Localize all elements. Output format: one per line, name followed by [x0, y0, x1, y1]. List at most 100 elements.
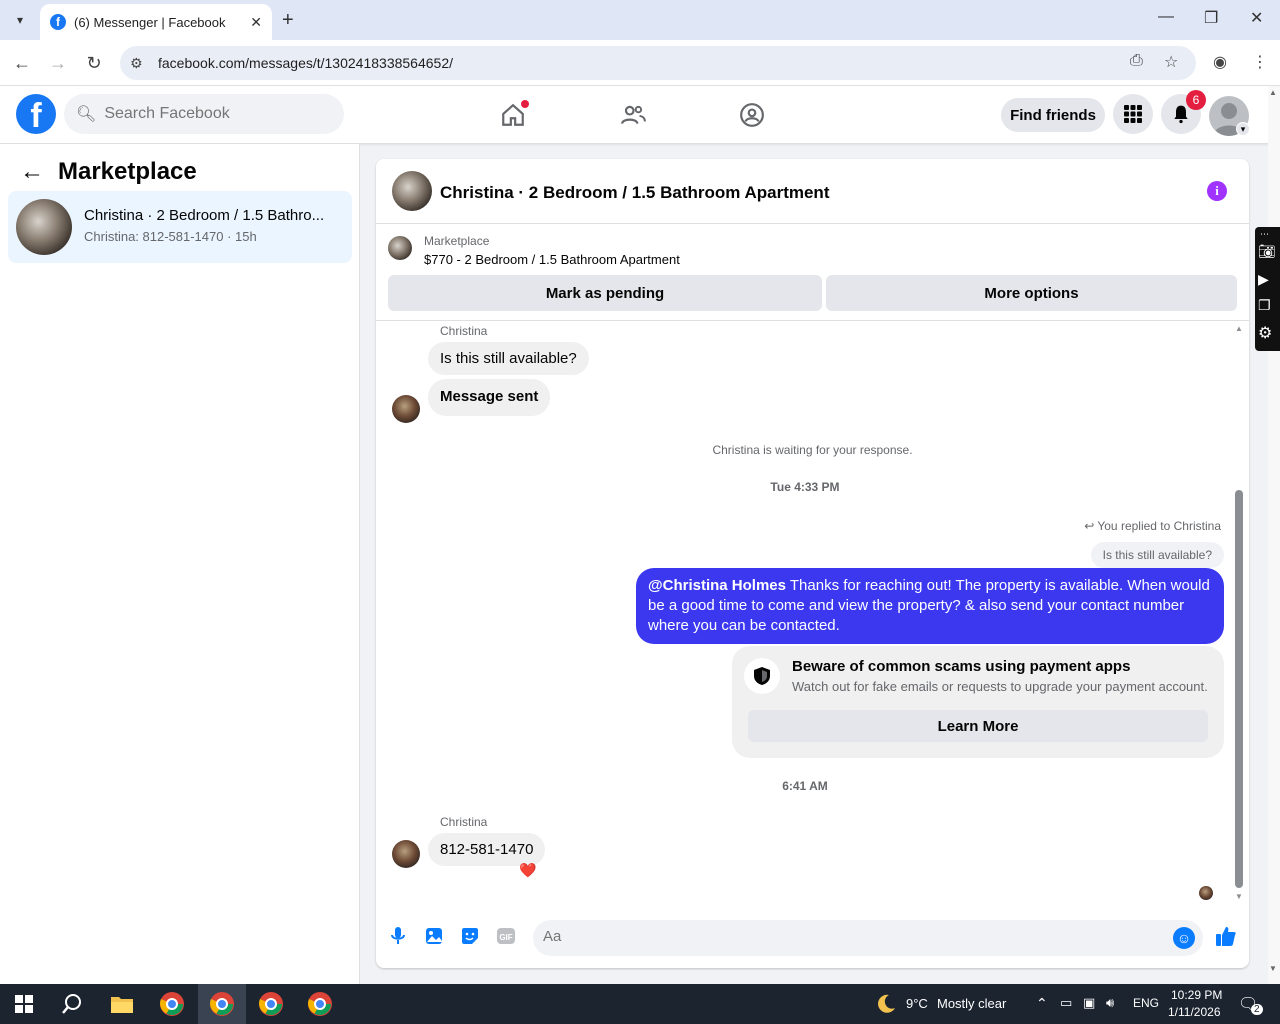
screen-tools-strip: ⋯ 📷︎ ▶ ❐ ⚙ — [1255, 227, 1280, 351]
site-info-icon[interactable]: ⚙ — [130, 55, 152, 72]
my-message-bubble[interactable]: @Christina Holmes Thanks for reaching ou… — [636, 568, 1224, 644]
timestamp: 6:41 AM — [782, 779, 828, 793]
menu-grid-icon[interactable] — [1113, 94, 1153, 134]
contact-avatar[interactable] — [392, 395, 420, 423]
restore-icon[interactable]: ❐ — [1204, 8, 1218, 28]
thumbs-up-icon[interactable] — [1214, 924, 1238, 948]
chrome-icon[interactable] — [158, 990, 186, 1018]
info-icon[interactable]: i — [1207, 181, 1227, 201]
message-input-wrapper: ☺ — [533, 920, 1203, 956]
conversation-name: Christina · 2 Bedroom / 1.5 Bathro... — [84, 207, 325, 224]
tab-title: (6) Messenger | Facebook — [74, 14, 226, 30]
taskbar-search-icon[interactable] — [58, 990, 86, 1018]
scroll-down-icon[interactable]: ▼ — [1235, 892, 1243, 901]
notification-center-count: 2 — [1251, 1004, 1263, 1015]
friends-icon[interactable] — [618, 100, 648, 130]
camera-icon[interactable]: 📷︎ — [1258, 243, 1276, 261]
chrome-profile-icon[interactable] — [306, 990, 334, 1018]
video-icon[interactable]: ▶ — [1258, 271, 1276, 289]
input-language[interactable]: ENG — [1133, 996, 1159, 1010]
find-friends-button[interactable]: Find friends — [1001, 98, 1105, 132]
browser-menu-icon[interactable]: ⋮ — [1252, 52, 1268, 72]
conversation-item[interactable]: Christina · 2 Bedroom / 1.5 Bathro... Ch… — [8, 191, 352, 263]
new-tab-icon[interactable]: + — [282, 8, 294, 32]
windows-icon[interactable]: ❐ — [1258, 297, 1276, 315]
chrome-profile-icon[interactable] — [257, 990, 285, 1018]
quoted-message[interactable]: Is this still available? — [1090, 542, 1224, 568]
chat-scrollbar-thumb[interactable] — [1235, 490, 1243, 888]
settings-gear-icon[interactable]: ⚙ — [1258, 323, 1276, 342]
microphone-icon[interactable] — [386, 924, 410, 948]
message-bubble[interactable]: Message sent — [428, 379, 551, 416]
mark-as-pending-button[interactable]: Mark as pending — [388, 275, 822, 311]
tools-more-icon[interactable]: ⋯ — [1260, 229, 1269, 240]
scam-warning-card: Beware of common scams using payment app… — [732, 646, 1224, 758]
windows-start-icon[interactable] — [10, 990, 38, 1018]
message-input[interactable] — [543, 928, 1143, 945]
reply-arrow-icon: ↩ — [1084, 519, 1098, 533]
gif-icon[interactable]: GIF — [494, 924, 518, 948]
window-close-icon[interactable]: ✕ — [1250, 8, 1263, 28]
file-explorer-icon[interactable] — [108, 990, 136, 1018]
profile-icon[interactable]: ◉ — [1213, 52, 1227, 72]
contact-avatar[interactable] — [392, 840, 420, 868]
install-app-icon[interactable]: ⎙ — [1130, 52, 1143, 70]
back-icon[interactable]: ← — [9, 50, 35, 76]
message-thread[interactable]: Christina Is this still available? Messa… — [376, 322, 1249, 902]
back-arrow-icon[interactable]: ← — [20, 158, 44, 186]
waiting-notice: Christina is waiting for your response. — [712, 443, 913, 457]
heart-reaction[interactable]: ❤️ — [519, 862, 536, 879]
conversation-preview: Christina: 812-581-1470 · 15h — [84, 229, 257, 244]
address-bar[interactable]: ⚙ facebook.com/messages/t/13024183385646… — [120, 46, 1196, 80]
listing-title[interactable]: $770 - 2 Bedroom / 1.5 Bathroom Apartmen… — [424, 252, 680, 267]
groups-icon[interactable] — [737, 100, 767, 130]
url-text: facebook.com/messages/t/1302418338564652… — [158, 55, 453, 71]
tab-close-icon[interactable]: ✕ — [250, 14, 262, 31]
learn-more-button[interactable]: Learn More — [748, 710, 1208, 742]
browser-tab[interactable]: f (6) Messenger | Facebook ✕ — [40, 4, 272, 40]
tab-search-chevron-icon[interactable]: ▾ — [8, 8, 32, 32]
clock-time[interactable]: 10:29 PM — [1171, 988, 1222, 1002]
chat-listing-thumbnail[interactable] — [392, 171, 432, 211]
weather-desc[interactable]: Mostly clear — [937, 996, 1006, 1011]
photo-icon[interactable] — [422, 924, 446, 948]
show-hidden-icons-icon[interactable]: ⌃ — [1036, 995, 1048, 1012]
svg-text:GIF: GIF — [499, 933, 512, 942]
mention[interactable]: @Christina Holmes — [648, 577, 786, 594]
timestamp: Tue 4:33 PM — [770, 480, 840, 494]
account-chevron-down-icon[interactable]: ▾ — [1236, 122, 1250, 136]
search-input[interactable] — [104, 105, 325, 123]
scam-title: Beware of common scams using payment app… — [792, 658, 1131, 675]
listing-thumbnail — [16, 199, 72, 255]
facebook-favicon-icon: f — [50, 14, 66, 30]
facebook-search[interactable]: 🔍︎ — [64, 94, 344, 134]
sender-name: Christina — [440, 815, 488, 829]
network-icon[interactable]: ▣ — [1083, 995, 1095, 1011]
more-options-button[interactable]: More options — [826, 275, 1237, 311]
chat-title[interactable]: Christina · 2 Bedroom / 1.5 Bathroom Apa… — [440, 183, 829, 203]
volume-icon[interactable]: 🔊︎ — [1106, 995, 1114, 1011]
scroll-up-icon[interactable]: ▲ — [1235, 324, 1243, 333]
sticker-icon[interactable] — [458, 924, 482, 948]
emoji-icon[interactable]: ☺ — [1173, 927, 1195, 949]
browser-tab-bar: ▾ f (6) Messenger | Facebook ✕ + — ❐ ✕ — [0, 0, 1280, 40]
listing-small-thumbnail[interactable] — [388, 236, 412, 260]
search-icon: 🔍︎ — [76, 106, 97, 123]
page-scrollbar[interactable]: ▲ ▼ — [1268, 86, 1280, 984]
facebook-header: f 🔍︎ Find friends — [0, 86, 1268, 144]
sender-name: Christina — [440, 324, 488, 338]
listing-panel: Marketplace $770 - 2 Bedroom / 1.5 Bathr… — [376, 225, 1249, 321]
weather-temp[interactable]: 9°C — [906, 996, 928, 1011]
bookmark-star-icon[interactable]: ☆ — [1164, 52, 1178, 72]
chrome-profile-icon[interactable] — [208, 990, 236, 1018]
forward-icon[interactable]: → — [45, 50, 71, 76]
listing-source: Marketplace — [424, 234, 490, 248]
tray-device-icon[interactable]: ▭ — [1060, 995, 1072, 1011]
message-bubble[interactable]: Is this still available? — [428, 342, 589, 375]
weather-moon-icon[interactable] — [872, 990, 900, 1018]
facebook-logo-icon[interactable]: f — [16, 94, 56, 134]
reload-icon[interactable]: ↻ — [81, 50, 107, 76]
minimize-icon[interactable]: — — [1158, 8, 1174, 26]
browser-toolbar: ← → ↻ ⚙ facebook.com/messages/t/13024183… — [0, 40, 1280, 86]
clock-date[interactable]: 1/11/2026 — [1168, 1005, 1221, 1019]
